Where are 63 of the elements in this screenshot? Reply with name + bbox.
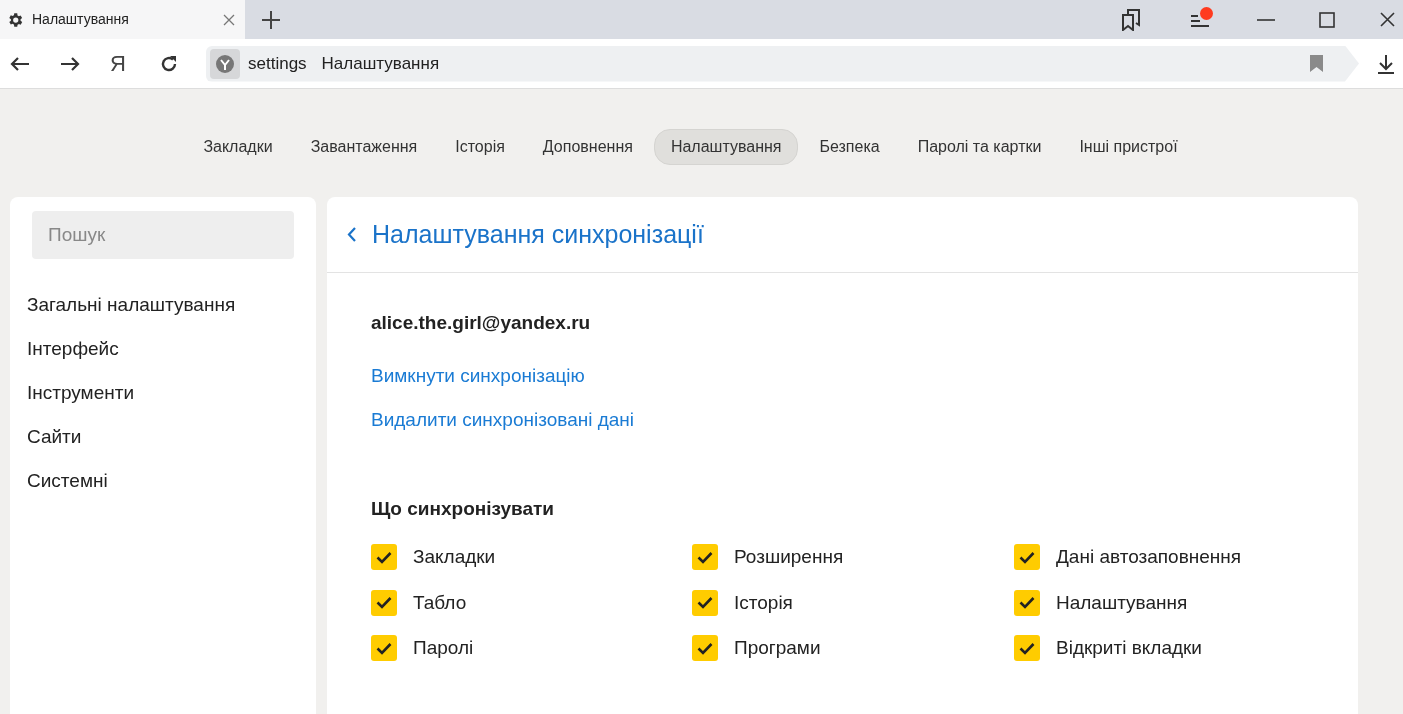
sidebar-item[interactable]: Інструменти xyxy=(10,371,152,415)
forward-arrow-icon[interactable] xyxy=(60,55,80,72)
checkbox[interactable] xyxy=(371,544,397,571)
checkbox-label: Паролі xyxy=(413,636,474,660)
checkbox[interactable] xyxy=(1014,544,1040,571)
site-icon xyxy=(210,48,240,79)
checkbox-label: Програми xyxy=(734,636,821,660)
checkbox[interactable] xyxy=(371,589,397,616)
sidebar-item[interactable]: Інтерфейс xyxy=(10,327,136,371)
link[interactable]: Видалити синхронізовані дані xyxy=(371,406,635,435)
checkbox[interactable] xyxy=(692,589,718,616)
minimize-icon[interactable] xyxy=(1257,18,1275,21)
checkbox[interactable] xyxy=(692,544,718,571)
section-title: Що синхронізувати xyxy=(371,497,555,519)
address-title[interactable]: Налаштування xyxy=(321,50,440,77)
checkmark-icon xyxy=(1019,596,1035,610)
checkbox-label: Розширення xyxy=(734,545,844,569)
checkmark-icon xyxy=(1019,641,1035,655)
checkbox[interactable] xyxy=(1014,635,1040,662)
nav-tab[interactable]: Паролі та картки xyxy=(900,129,1059,165)
address-host[interactable]: settings xyxy=(248,50,307,77)
new-tab-icon[interactable] xyxy=(261,9,281,30)
browser-logo[interactable]: Я xyxy=(108,47,128,80)
checkmark-icon xyxy=(697,641,713,655)
nav-tab[interactable]: Безпека xyxy=(802,129,897,165)
maximize-icon[interactable] xyxy=(1319,11,1335,28)
checkbox-label: Табло xyxy=(413,590,467,615)
nav-tab[interactable]: Інші пристрої xyxy=(1062,129,1195,165)
nav-tab[interactable]: Завантаження xyxy=(293,129,435,165)
reload-icon[interactable] xyxy=(160,54,178,73)
checkmark-icon xyxy=(697,550,713,564)
search-field[interactable]: Пошук xyxy=(32,211,294,259)
checkbox-label: Історія xyxy=(734,590,793,615)
nav-tab[interactable]: Історія xyxy=(438,129,522,165)
checkbox[interactable] xyxy=(1014,589,1040,616)
checkbox-label: Закладки xyxy=(413,545,496,569)
checkbox-label: Відкриті вкладки xyxy=(1056,636,1202,660)
nav-tab[interactable]: Закладки xyxy=(186,129,290,165)
sidebar-item[interactable]: Загальні налаштування xyxy=(10,283,253,327)
page-title: Налаштування синхронізації xyxy=(372,218,704,250)
checkbox[interactable] xyxy=(692,635,718,662)
account-email: alice.the.girl@yandex.ru xyxy=(371,312,591,333)
nav-tab[interactable]: Налаштування xyxy=(653,129,799,165)
bookmark-icon[interactable] xyxy=(1310,55,1323,72)
menu-icon[interactable] xyxy=(1191,12,1209,27)
checkmark-icon xyxy=(376,596,392,610)
close-icon[interactable] xyxy=(223,13,235,26)
checkmark-icon xyxy=(376,641,392,655)
back-chevron-icon[interactable] xyxy=(347,227,356,242)
sidebar-item[interactable]: Сайти xyxy=(10,415,99,459)
checkmark-icon xyxy=(1019,550,1035,564)
close-icon[interactable] xyxy=(1380,12,1395,27)
checkbox[interactable] xyxy=(371,635,397,662)
sidebar-item[interactable]: Системні xyxy=(10,459,125,503)
nav-tab[interactable]: Доповнення xyxy=(525,129,650,165)
download-icon[interactable] xyxy=(1377,53,1395,74)
checkbox-label: Дані автозаповнення xyxy=(1056,545,1242,569)
checkmark-icon xyxy=(376,550,392,564)
checkbox-label: Налаштування xyxy=(1056,590,1188,615)
back-arrow-icon[interactable] xyxy=(10,55,30,72)
link[interactable]: Вимкнути синхронізацію xyxy=(371,361,585,390)
bookmarks-icon[interactable] xyxy=(1121,8,1141,31)
checkmark-icon xyxy=(697,596,713,610)
